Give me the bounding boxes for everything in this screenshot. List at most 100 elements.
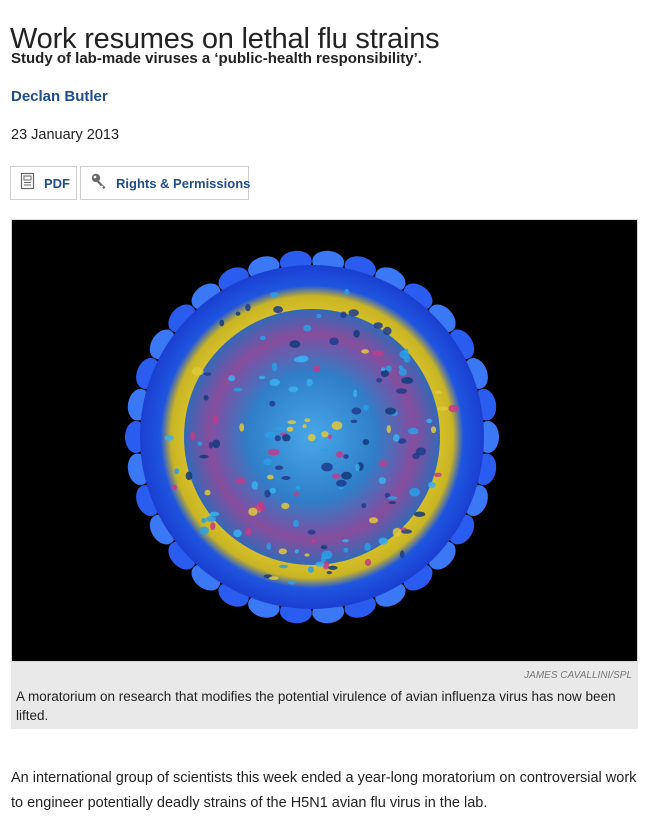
- image-credit: JAMES CAVALLINI/SPL: [524, 670, 632, 681]
- texture-dot: [307, 529, 316, 535]
- virus-image: [11, 219, 638, 662]
- texture-dot: [278, 548, 287, 555]
- texture-dot: [228, 375, 236, 382]
- texture-dot: [328, 565, 338, 570]
- texture-dot: [212, 439, 221, 449]
- texture-dot: [235, 477, 246, 484]
- texture-dot: [320, 545, 328, 550]
- texture-dot: [383, 326, 392, 336]
- texture-dot: [308, 434, 316, 442]
- texture-dot: [353, 389, 358, 398]
- texture-dot: [341, 471, 352, 480]
- texture-dot: [209, 511, 220, 517]
- texture-dot: [288, 580, 296, 585]
- texture-dot: [248, 507, 258, 516]
- texture-dot: [331, 421, 343, 430]
- texture-dot: [208, 441, 213, 449]
- body-paragraph: An international group of scientists thi…: [11, 769, 637, 811]
- texture-dot: [398, 368, 407, 376]
- texture-dot: [235, 311, 241, 316]
- texture-dot: [267, 448, 280, 456]
- texture-dot: [388, 501, 396, 505]
- texture-dot: [379, 460, 388, 467]
- texture-dot: [204, 489, 211, 496]
- texture-dot: [316, 313, 322, 319]
- texture-dot: [206, 515, 217, 522]
- author-link[interactable]: Declan Butler: [11, 88, 108, 105]
- texture-dot: [399, 350, 410, 359]
- texture-dot: [401, 377, 414, 384]
- texture-dot: [258, 375, 266, 380]
- texture-dot: [286, 426, 294, 432]
- texture-dot: [171, 484, 178, 491]
- texture-dot: [361, 503, 367, 509]
- texture-dot: [274, 435, 281, 442]
- texture-dot: [321, 550, 333, 560]
- texture-dot: [287, 420, 297, 425]
- texture-dot: [311, 539, 316, 544]
- texture-dot: [350, 419, 358, 423]
- texture-dot: [426, 418, 433, 424]
- texture-dot: [327, 434, 332, 439]
- texture-dot: [239, 423, 245, 432]
- texture-dot: [281, 476, 291, 480]
- texture-dot: [219, 319, 225, 327]
- texture-dot: [396, 388, 407, 394]
- texture-dot: [199, 454, 209, 459]
- texture-dot: [336, 479, 347, 487]
- texture-dot: [380, 369, 389, 378]
- texture-dot: [293, 519, 299, 528]
- texture-dot: [266, 543, 272, 550]
- texture-dot: [244, 527, 252, 536]
- texture-dot: [321, 431, 329, 438]
- texture-dot: [344, 288, 350, 295]
- texture-dot: [372, 350, 384, 357]
- texture-dot: [185, 471, 193, 481]
- texture-dot: [270, 292, 279, 298]
- texture-dot: [306, 378, 313, 387]
- texture-dot: [269, 378, 280, 386]
- pdf-button-label: PDF: [44, 175, 70, 191]
- texture-dot: [321, 462, 333, 472]
- texture-dot: [263, 458, 272, 466]
- texture-dot: [269, 487, 277, 494]
- texture-dot: [304, 418, 311, 423]
- texture-dot: [302, 424, 307, 429]
- texture-dot: [393, 434, 400, 442]
- texture-dot: [273, 306, 283, 314]
- texture-dot: [362, 439, 370, 445]
- rights-permissions-button[interactable]: Rights & Permissions: [80, 166, 250, 200]
- texture-dot: [197, 441, 203, 446]
- texture-dot: [288, 386, 299, 393]
- texture-dot: [343, 454, 349, 459]
- texture-dot: [448, 404, 459, 413]
- texture-dot: [342, 539, 349, 543]
- texture-dot: [259, 335, 266, 341]
- pdf-button[interactable]: PDF: [10, 166, 77, 200]
- texture-dot: [433, 472, 442, 477]
- texture-dot: [326, 571, 332, 575]
- texture-dot: [281, 502, 290, 510]
- texture-dot: [294, 491, 300, 497]
- image-caption: A moratorium on research that modifies t…: [16, 689, 616, 723]
- texture-dot: [430, 426, 437, 434]
- texture-dot: [269, 400, 276, 407]
- texture-dot: [233, 529, 242, 538]
- texture-dot: [264, 432, 276, 439]
- texture-dot: [245, 303, 251, 312]
- texture-dot: [289, 340, 301, 348]
- article-standfirst: Study of lab-made viruses a ‘public-heal…: [11, 50, 422, 67]
- texture-dot: [361, 349, 369, 354]
- texture-dot: [271, 362, 278, 372]
- texture-dot: [210, 522, 216, 531]
- texture-dot: [275, 465, 284, 470]
- texture-dot: [387, 496, 398, 500]
- texture-dot: [174, 468, 180, 475]
- texture-dot: [364, 543, 371, 551]
- texture-dot: [201, 518, 207, 523]
- texture-dot: [363, 404, 369, 411]
- texture-dot: [268, 576, 279, 580]
- texture-dot: [378, 477, 387, 485]
- texture-dot: [203, 395, 209, 401]
- texture-dot: [407, 427, 419, 435]
